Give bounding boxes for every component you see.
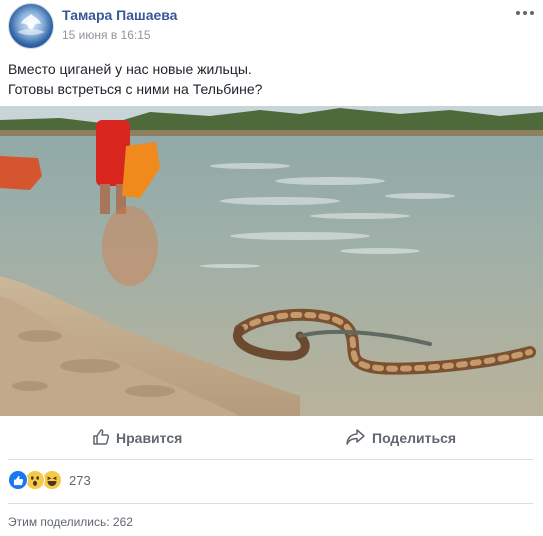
post-header: Тамара Пашаева 15 июня в 16:15: [0, 0, 543, 50]
wow-icon: [25, 470, 45, 490]
share-arrow-icon: [346, 428, 366, 449]
like-button[interactable]: Нравится: [92, 422, 182, 454]
thumbs-up-icon: [92, 428, 110, 449]
haha-icon: [42, 470, 62, 490]
reaction-count[interactable]: 273: [69, 473, 91, 488]
post-timestamp[interactable]: 15 июня в 16:15: [62, 28, 151, 42]
more-options-icon[interactable]: [515, 8, 535, 18]
divider: [8, 503, 533, 504]
like-button-label: Нравится: [116, 430, 183, 446]
share-button-label: Поделиться: [372, 430, 457, 446]
post-photo[interactable]: [0, 106, 543, 416]
post-text-line: Готовы встреться с ними на Тельбине?: [8, 81, 263, 97]
share-count[interactable]: Этим поделились: 262: [8, 515, 133, 529]
author-avatar[interactable]: [8, 3, 54, 49]
photo-snake-on-beach: [0, 106, 543, 416]
author-name[interactable]: Тамара Пашаева: [62, 7, 177, 23]
share-button[interactable]: Поделиться: [346, 422, 456, 454]
post-text-line: Вместо циганей у нас новые жильцы.: [8, 61, 252, 77]
reactions-summary[interactable]: 273: [8, 470, 91, 490]
post-actions: Нравится Поделиться: [8, 422, 533, 454]
post-text: Вместо циганей у нас новые жильцы. Готов…: [8, 59, 528, 99]
like-icon: [8, 470, 28, 490]
divider: [8, 459, 533, 460]
